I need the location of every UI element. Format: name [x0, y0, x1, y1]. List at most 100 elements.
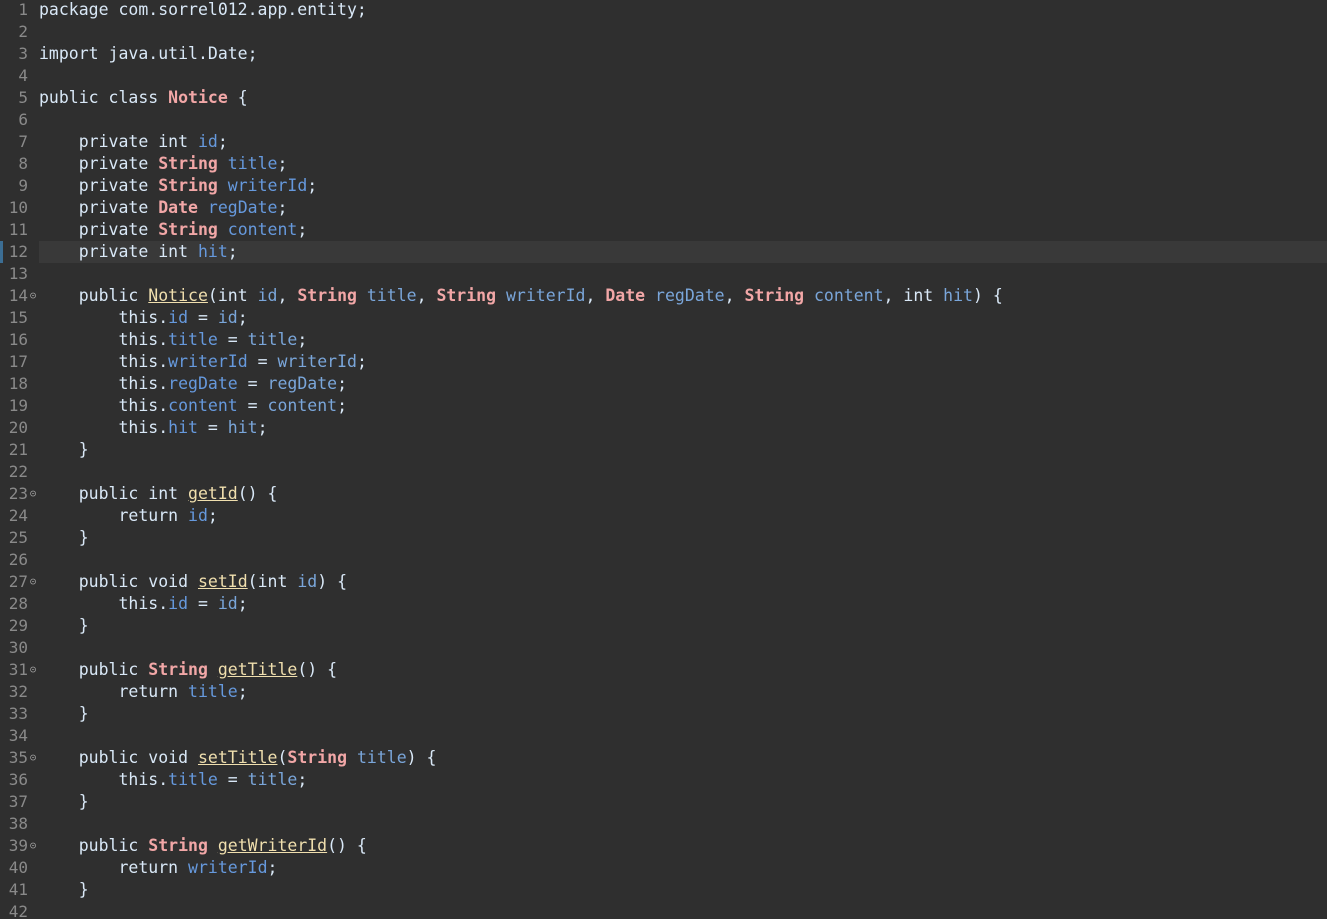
code-text[interactable]: import java.util.Date;: [39, 43, 1327, 65]
code-line[interactable]: 32 return title;: [0, 681, 1327, 703]
code-text[interactable]: public int getId() {: [39, 483, 1327, 505]
code-line[interactable]: 3 import java.util.Date;: [0, 43, 1327, 65]
token-plain: .: [158, 770, 169, 789]
collapse-fold-icon[interactable]: ⊝: [28, 747, 38, 769]
code-text[interactable]: private String writerId;: [39, 175, 1327, 197]
code-line[interactable]: 5 public class Notice {: [0, 87, 1327, 109]
code-text[interactable]: this.content = content;: [39, 395, 1327, 417]
code-text[interactable]: this.writerId = writerId;: [39, 351, 1327, 373]
code-line[interactable]: 41 }: [0, 879, 1327, 901]
code-line[interactable]: 29 }: [0, 615, 1327, 637]
code-line[interactable]: 38: [0, 813, 1327, 835]
code-editor[interactable]: 1 package com.sorrel012.app.entity; 2 3 impo…: [0, 0, 1327, 919]
code-text[interactable]: private int hit;: [39, 241, 1327, 263]
code-line[interactable]: 27 ⊝ public void setId(int id) {: [0, 571, 1327, 593]
code-text[interactable]: }: [39, 527, 1327, 549]
token-type: String: [436, 286, 497, 305]
code-text[interactable]: [39, 461, 1327, 483]
code-line[interactable]: 11 private String content;: [0, 219, 1327, 241]
code-line[interactable]: 36 this.title = title;: [0, 769, 1327, 791]
code-line[interactable]: 21 }: [0, 439, 1327, 461]
code-line[interactable]: 8 private String title;: [0, 153, 1327, 175]
code-line[interactable]: 40 return writerId;: [0, 857, 1327, 879]
code-line[interactable]: 15 this.id = id;: [0, 307, 1327, 329]
token-plain: ;: [257, 418, 268, 437]
code-line[interactable]: 13: [0, 263, 1327, 285]
token-plain: .: [158, 418, 169, 437]
code-line[interactable]: 7 private int id;: [0, 131, 1327, 153]
code-text[interactable]: this.regDate = regDate;: [39, 373, 1327, 395]
code-text[interactable]: }: [39, 439, 1327, 461]
code-text[interactable]: public String getTitle() {: [39, 659, 1327, 681]
code-line[interactable]: 33 }: [0, 703, 1327, 725]
code-line[interactable]: 9 private String writerId;: [0, 175, 1327, 197]
code-text[interactable]: [39, 21, 1327, 43]
code-text[interactable]: [39, 901, 1327, 919]
code-line[interactable]: 22: [0, 461, 1327, 483]
code-text[interactable]: }: [39, 791, 1327, 813]
code-text[interactable]: [39, 65, 1327, 87]
code-text[interactable]: this.title = title;: [39, 769, 1327, 791]
code-text[interactable]: [39, 637, 1327, 659]
code-line[interactable]: 25 }: [0, 527, 1327, 549]
code-line[interactable]: 31 ⊝ public String getTitle() {: [0, 659, 1327, 681]
code-line[interactable]: 1 package com.sorrel012.app.entity;: [0, 0, 1327, 21]
code-text[interactable]: return writerId;: [39, 857, 1327, 879]
code-line[interactable]: 12 private int hit;: [0, 241, 1327, 263]
code-line[interactable]: 39 ⊝ public String getWriterId() {: [0, 835, 1327, 857]
collapse-fold-icon[interactable]: ⊝: [28, 483, 38, 505]
code-line[interactable]: 2: [0, 21, 1327, 43]
code-line[interactable]: 23 ⊝ public int getId() {: [0, 483, 1327, 505]
code-line[interactable]: 4: [0, 65, 1327, 87]
code-text[interactable]: public Notice(int id, String title, Stri…: [39, 285, 1327, 307]
code-text[interactable]: this.id = id;: [39, 593, 1327, 615]
code-line[interactable]: 16 this.title = title;: [0, 329, 1327, 351]
code-line[interactable]: 28 this.id = id;: [0, 593, 1327, 615]
token-field: hit: [197, 242, 228, 261]
code-text[interactable]: private int id;: [39, 131, 1327, 153]
code-text[interactable]: private String content;: [39, 219, 1327, 241]
code-line[interactable]: 14 ⊝ public Notice(int id, String title, …: [0, 285, 1327, 307]
code-text[interactable]: public String getWriterId() {: [39, 835, 1327, 857]
collapse-fold-icon[interactable]: ⊝: [28, 571, 38, 593]
code-text[interactable]: [39, 263, 1327, 285]
code-line[interactable]: 42: [0, 901, 1327, 919]
token-kw: int: [903, 286, 934, 305]
code-text[interactable]: private Date regDate;: [39, 197, 1327, 219]
code-text[interactable]: [39, 725, 1327, 747]
code-text[interactable]: return id;: [39, 505, 1327, 527]
collapse-fold-icon[interactable]: ⊝: [28, 285, 38, 307]
code-line[interactable]: 35 ⊝ public void setTitle(String title) {: [0, 747, 1327, 769]
code-line[interactable]: 17 this.writerId = writerId;: [0, 351, 1327, 373]
collapse-fold-icon[interactable]: ⊝: [28, 835, 38, 857]
collapse-fold-icon[interactable]: ⊝: [28, 659, 38, 681]
code-text[interactable]: [39, 109, 1327, 131]
line-number: 1: [18, 0, 28, 19]
code-text[interactable]: private String title;: [39, 153, 1327, 175]
code-line[interactable]: 6: [0, 109, 1327, 131]
code-text[interactable]: public void setId(int id) {: [39, 571, 1327, 593]
code-line[interactable]: 10 private Date regDate;: [0, 197, 1327, 219]
code-text[interactable]: return title;: [39, 681, 1327, 703]
code-line[interactable]: 24 return id;: [0, 505, 1327, 527]
code-text[interactable]: package com.sorrel012.app.entity;: [39, 0, 1327, 21]
code-line[interactable]: 18 this.regDate = regDate;: [0, 373, 1327, 395]
code-line[interactable]: 20 this.hit = hit;: [0, 417, 1327, 439]
code-text[interactable]: [39, 813, 1327, 835]
code-line[interactable]: 30: [0, 637, 1327, 659]
code-text[interactable]: this.id = id;: [39, 307, 1327, 329]
token-field: title: [188, 682, 238, 701]
code-text[interactable]: }: [39, 615, 1327, 637]
code-line[interactable]: 37 }: [0, 791, 1327, 813]
code-text[interactable]: }: [39, 879, 1327, 901]
code-text[interactable]: }: [39, 703, 1327, 725]
code-text[interactable]: [39, 549, 1327, 571]
code-text[interactable]: public class Notice {: [39, 87, 1327, 109]
code-line[interactable]: 26: [0, 549, 1327, 571]
code-line[interactable]: 34: [0, 725, 1327, 747]
code-text[interactable]: this.title = title;: [39, 329, 1327, 351]
code-line[interactable]: 19 this.content = content;: [0, 395, 1327, 417]
code-text[interactable]: public void setTitle(String title) {: [39, 747, 1327, 769]
line-number: 26: [8, 550, 28, 569]
code-text[interactable]: this.hit = hit;: [39, 417, 1327, 439]
